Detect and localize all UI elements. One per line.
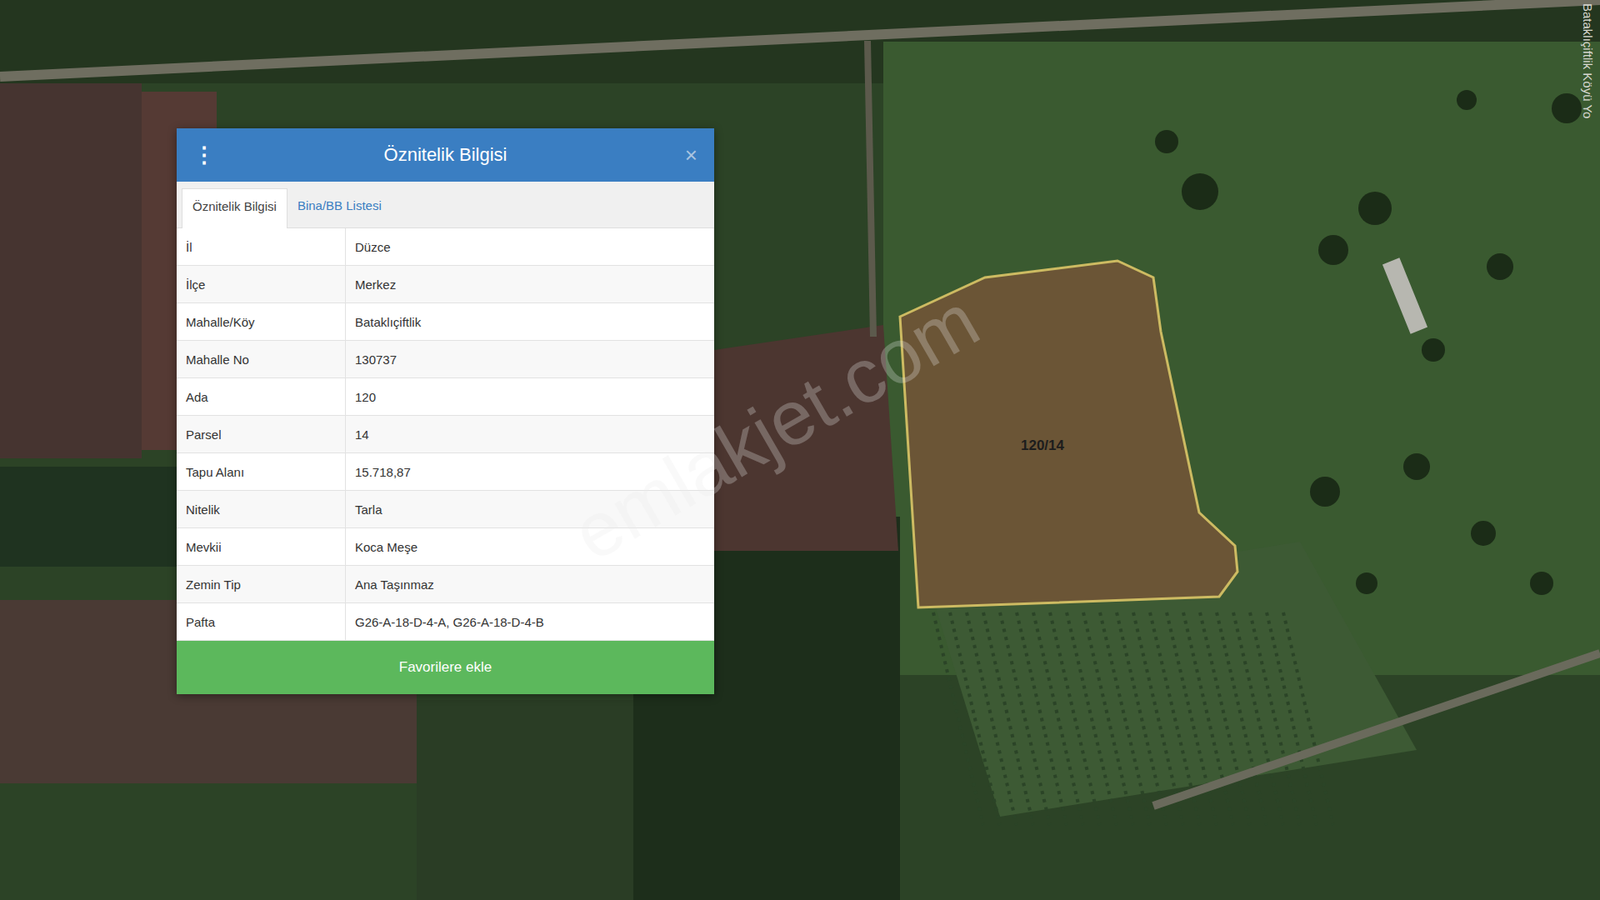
tab[interactable]: Öznitelik Bilgisi xyxy=(181,188,288,229)
attribute-label: Pafta xyxy=(176,603,346,640)
road-label: Bataklıçiftlik Köyü Yo xyxy=(1582,3,1595,119)
map-screen: 120/14 Bataklıçiftlik Köyü Yo ⋮ Özniteli… xyxy=(0,0,1600,900)
attribute-value: G26-A-18-D-4-A, G26-A-18-D-4-B xyxy=(345,603,715,640)
tab[interactable]: Bina/BB Listesi xyxy=(287,188,392,228)
attribute-row: Mevkii Koca Meşe xyxy=(176,528,715,566)
attribute-table: İl Düzceİlçe MerkezMahalle/Köy Bataklıçi… xyxy=(176,228,715,641)
attribute-row: Zemin Tip Ana Taşınmaz xyxy=(176,565,715,604)
attribute-popup: ⋮ Öznitelik Bilgisi × Öznitelik BilgisiB… xyxy=(176,128,715,695)
attribute-row: Mahalle/Köy Bataklıçiftlik xyxy=(176,303,715,341)
attribute-value: Düzce xyxy=(345,228,715,265)
attribute-label: Zemin Tip xyxy=(176,565,346,603)
attribute-row: Parsel 14 xyxy=(176,415,715,454)
add-favorite-button[interactable]: Favorilere ekle xyxy=(176,640,715,695)
parcel-label: 120/14 xyxy=(1020,437,1065,455)
attribute-row: İlçe Merkez xyxy=(176,265,715,304)
attribute-label: Mahalle/Köy xyxy=(176,303,346,340)
popup-title: Öznitelik Bilgisi xyxy=(218,144,673,166)
attribute-value: 15.718,87 xyxy=(345,453,715,490)
attribute-label: Nitelik xyxy=(176,490,346,528)
attribute-label: İlçe xyxy=(176,265,346,303)
attribute-label: Ada xyxy=(176,378,346,415)
attribute-value: Tarla xyxy=(345,490,715,528)
attribute-value: Ana Taşınmaz xyxy=(345,565,715,603)
attribute-value: 14 xyxy=(345,415,715,453)
watermark: emlakjet.com xyxy=(558,276,994,579)
attribute-value: 120 xyxy=(345,378,715,415)
attribute-label: İl xyxy=(176,228,346,265)
attribute-row: İl Düzce xyxy=(176,228,715,266)
attribute-value: 130737 xyxy=(345,340,715,378)
attribute-row: Mahalle No 130737 xyxy=(176,340,715,379)
attribute-row: Ada 120 xyxy=(176,378,715,416)
popup-header: ⋮ Öznitelik Bilgisi × xyxy=(176,128,715,182)
tab-bar: Öznitelik BilgisiBina/BB Listesi xyxy=(176,181,715,229)
attribute-label: Parsel xyxy=(176,415,346,453)
attribute-label: Mevkii xyxy=(176,528,346,565)
close-icon[interactable]: × xyxy=(672,142,698,169)
parcel-outline[interactable] xyxy=(900,260,1238,608)
menu-icon[interactable]: ⋮ xyxy=(193,142,219,169)
attribute-value: Bataklıçiftlik xyxy=(345,303,715,340)
attribute-value: Merkez xyxy=(345,265,715,303)
attribute-row: Pafta G26-A-18-D-4-A, G26-A-18-D-4-B xyxy=(176,603,715,641)
attribute-label: Mahalle No xyxy=(176,340,346,378)
attribute-row: Nitelik Tarla xyxy=(176,490,715,529)
attribute-value: Koca Meşe xyxy=(345,528,715,565)
attribute-label: Tapu Alanı xyxy=(176,453,346,490)
attribute-row: Tapu Alanı 15.718,87 xyxy=(176,453,715,491)
